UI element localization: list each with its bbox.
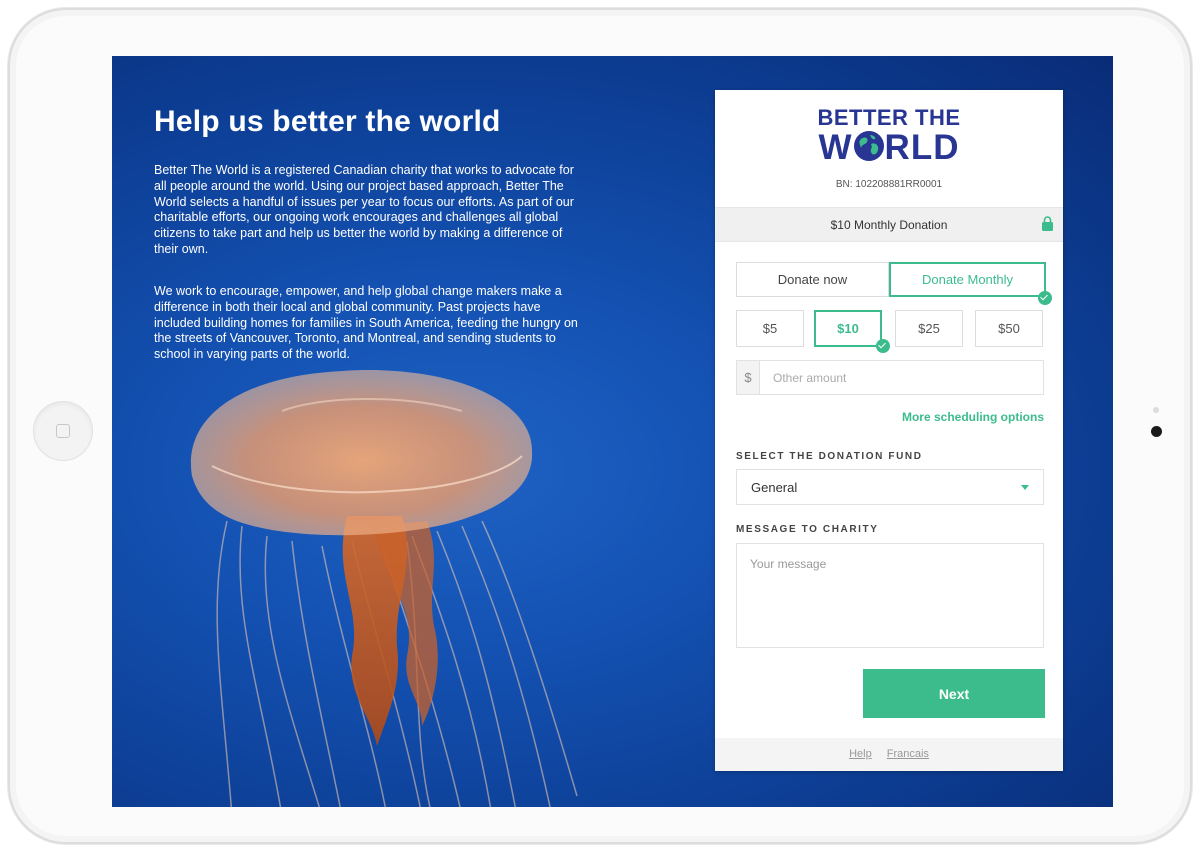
donation-fund-select[interactable]: General: [736, 469, 1044, 505]
home-square-icon: [56, 424, 70, 438]
donate-monthly-tab[interactable]: Donate Monthly: [889, 262, 1046, 297]
donate-now-tab[interactable]: Donate now: [736, 262, 889, 297]
lock-icon: [1042, 216, 1053, 231]
page-title: Help us better the world: [154, 105, 501, 138]
charity-logo: BETTER THE W RLD: [715, 105, 1063, 166]
amount-50-button[interactable]: $50: [975, 310, 1043, 347]
donation-summary-bar: $10 Monthly Donation: [715, 207, 1063, 242]
sensor: [1153, 407, 1159, 413]
message-label: MESSAGE TO CHARITY: [736, 524, 879, 535]
amount-5-button[interactable]: $5: [736, 310, 804, 347]
donation-form: BETTER THE W RLD BN: 102208881RR0001 $10 …: [715, 90, 1063, 771]
business-number: BN: 102208881RR0001: [835, 179, 943, 190]
help-link[interactable]: Help: [849, 748, 872, 760]
other-amount-field: $: [736, 360, 1044, 395]
amount-25-button[interactable]: $25: [895, 310, 963, 347]
fund-value: General: [751, 480, 798, 495]
fund-label: SELECT THE DONATION FUND: [736, 451, 923, 462]
logo-line-1: BETTER THE: [817, 105, 961, 130]
amount-10-button[interactable]: $10: [814, 310, 882, 347]
globe-icon: [853, 131, 884, 161]
message-textarea[interactable]: [736, 543, 1044, 648]
logo-w: W: [818, 128, 853, 167]
screen: Help us better the world Better The Worl…: [112, 56, 1113, 807]
check-icon: [876, 339, 890, 353]
more-scheduling-options-link[interactable]: More scheduling options: [902, 410, 1044, 424]
currency-prefix: $: [737, 361, 760, 394]
francais-link[interactable]: Francais: [887, 748, 929, 760]
form-footer: Help Francais: [715, 738, 1063, 771]
next-button[interactable]: Next: [863, 669, 1045, 718]
other-amount-input[interactable]: [765, 361, 1035, 394]
camera: [1151, 426, 1162, 437]
donation-summary: $10 Monthly Donation: [830, 218, 948, 232]
logo-line-2: W RLD: [715, 130, 1063, 165]
check-icon: [1038, 291, 1052, 305]
mission-paragraph: We work to encourage, empower, and help …: [154, 284, 578, 362]
home-button[interactable]: [33, 401, 93, 461]
intro-paragraph: Better The World is a registered Canadia…: [154, 163, 574, 256]
logo-rld: RLD: [884, 128, 960, 167]
chevron-down-icon: [1021, 485, 1029, 490]
jellyfish-image: [190, 370, 578, 807]
